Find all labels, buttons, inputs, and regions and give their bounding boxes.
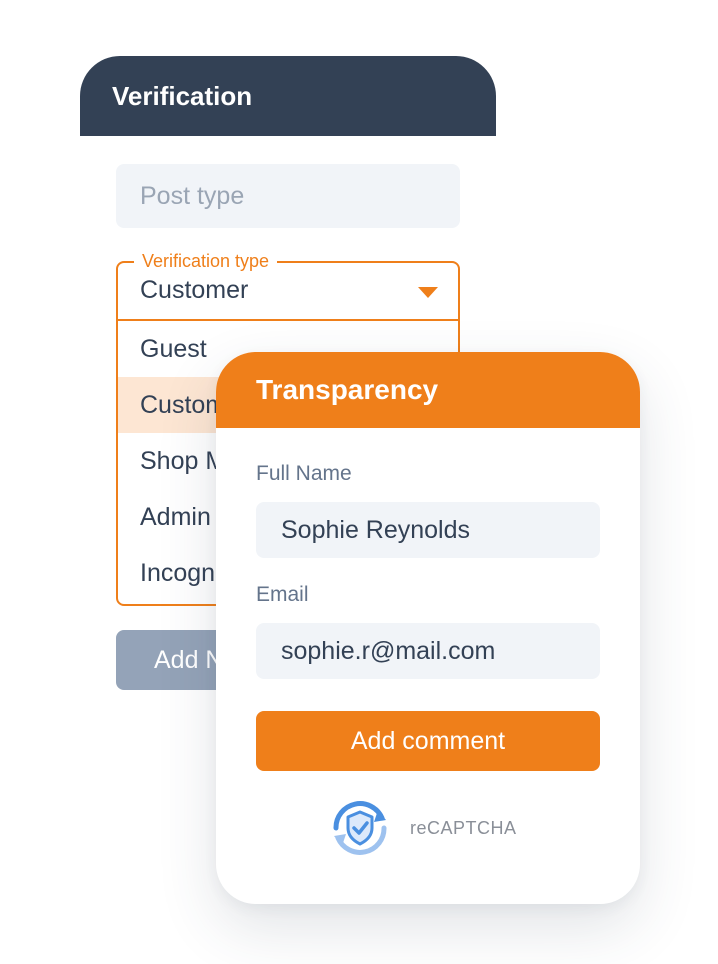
caret-down-icon[interactable]	[418, 287, 438, 298]
recaptcha-label: reCAPTCHA	[410, 817, 517, 838]
email-label: Email	[256, 583, 309, 606]
transparency-card: Transparency Full Name Email Add comment…	[216, 352, 640, 904]
transparency-header: Transparency	[216, 352, 640, 428]
verification-type-value[interactable]: Customer	[140, 276, 248, 305]
recaptcha-shield-icon	[333, 801, 387, 855]
verification-header: Verification	[80, 56, 496, 136]
stage: Verification Verification type Customer …	[0, 0, 718, 964]
post-type-input[interactable]	[116, 164, 460, 228]
verification-type-label: Verification type	[134, 249, 278, 273]
email-input[interactable]	[256, 623, 600, 679]
recaptcha-badge[interactable]: reCAPTCHA	[324, 792, 517, 864]
full-name-label: Full Name	[256, 462, 352, 485]
full-name-input[interactable]	[256, 502, 600, 558]
add-comment-button[interactable]: Add comment	[256, 711, 600, 771]
